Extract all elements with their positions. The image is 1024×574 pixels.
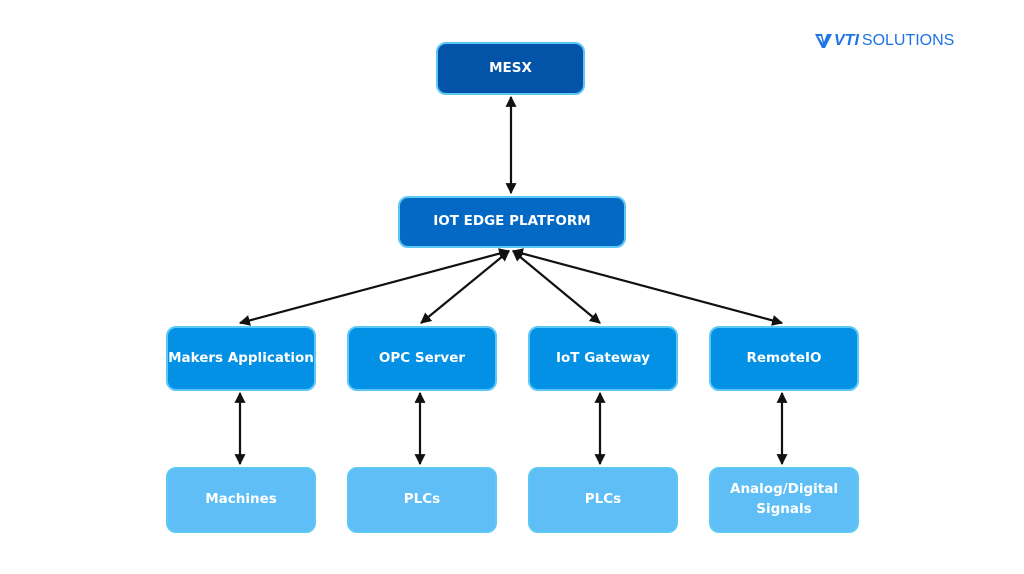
architecture-diagram: VTI SOLUTIONS MESX IOT EDGE PLATFORM Mak… xyxy=(0,0,1024,574)
node-mesx: MESX xyxy=(436,42,585,95)
arrow-edge-makers xyxy=(238,248,511,326)
node-plcs-opc: PLCs xyxy=(347,467,497,533)
node-machines: Machines xyxy=(166,467,316,533)
node-analog-digital-signals: Analog/Digital Signals xyxy=(709,467,859,533)
node-plcs-gateway: PLCs xyxy=(528,467,678,533)
node-iot-gateway: IoT Gateway xyxy=(528,326,678,391)
arrow-edge-remoteio xyxy=(511,248,784,326)
node-remoteio: RemoteIO xyxy=(709,326,859,391)
node-makers-application: Makers Application xyxy=(166,326,316,391)
node-iot-edge-platform: IOT EDGE PLATFORM xyxy=(398,196,626,248)
node-opc-server: OPC Server xyxy=(347,326,497,391)
